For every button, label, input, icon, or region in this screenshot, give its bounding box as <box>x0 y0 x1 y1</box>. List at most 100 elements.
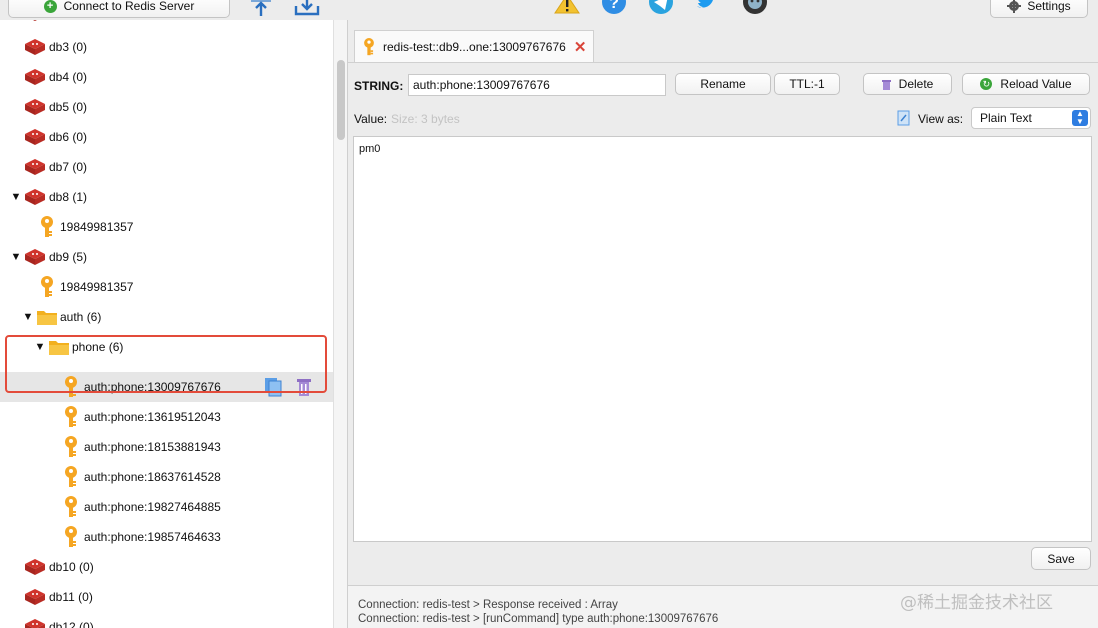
ttl-button[interactable]: TTL:-1 <box>774 73 840 95</box>
key-name: auth:phone:13619512043 <box>84 410 221 424</box>
folder-name: phone (6) <box>72 340 124 354</box>
tree-db-db7[interactable]: db7 (0) <box>0 152 333 182</box>
db-name: db7 <box>49 160 70 174</box>
scrollbar-thumb[interactable] <box>337 60 345 140</box>
key-editor: STRING: auth:phone:13009767676 Rename TT… <box>348 62 1098 582</box>
key-name: auth:phone:13009767676 <box>84 380 221 394</box>
key-name: auth:phone:18637614528 <box>84 470 221 484</box>
delete-button[interactable]: Delete <box>863 73 952 95</box>
key-name-input[interactable]: auth:phone:13009767676 <box>408 74 666 96</box>
tree-row-partial[interactable] <box>0 20 333 28</box>
key-name: 19849981357 <box>60 280 134 294</box>
db-name: db11 <box>49 590 75 604</box>
tab-key-detail[interactable]: redis-test::db9...one:13009767676 ✕ <box>354 30 594 62</box>
database-icon <box>25 159 45 175</box>
chevron-updown-icon: ▲ ▼ <box>1072 110 1088 126</box>
db-name: db4 <box>49 70 70 84</box>
export-icon[interactable] <box>293 0 321 20</box>
key-name: auth:phone:18153881943 <box>84 440 221 454</box>
key-name: auth:phone:19857464633 <box>84 530 221 544</box>
expand-arrow-icon[interactable]: ▼ <box>10 191 22 203</box>
reload-label: Reload Value <box>1000 77 1072 91</box>
tree-key-row[interactable]: auth:phone:18637614528 <box>0 462 333 492</box>
tree-folder-auth[interactable]: ▼ auth (6) <box>0 302 333 332</box>
tree-key-row[interactable]: auth:phone:18153881943 <box>0 432 333 462</box>
help-icon[interactable]: ? <box>600 0 628 20</box>
key-icon <box>65 436 77 457</box>
database-icon <box>25 619 45 628</box>
expand-arrow-icon[interactable]: ▼ <box>22 311 34 323</box>
key-icon <box>65 496 77 517</box>
connect-label: Connect to Redis Server <box>63 0 195 13</box>
db-name: db5 <box>49 100 70 114</box>
database-icon <box>25 589 45 605</box>
folder-icon <box>37 311 57 325</box>
tree-key-row[interactable]: auth:phone:19827464885 <box>0 492 333 522</box>
tree-db-db3[interactable]: db3 (0) <box>0 32 333 62</box>
tree-db-db6[interactable]: db6 (0) <box>0 122 333 152</box>
connect-button[interactable]: + Connect to Redis Server <box>8 0 230 18</box>
tree-db-db11[interactable]: db11 (0) <box>0 582 333 612</box>
db-name: db6 <box>49 130 70 144</box>
gear-icon <box>1007 0 1022 13</box>
tree-key-row[interactable]: 19849981357 <box>0 272 333 302</box>
tree-db-db4[interactable]: db4 (0) <box>0 62 333 92</box>
db-count: (0) <box>72 130 88 144</box>
expand-arrow-icon[interactable]: ▼ <box>10 251 22 263</box>
view-as-label: View as: <box>918 112 964 126</box>
main-toolbar: + Connect to Redis Server ? Settings <box>0 0 1098 20</box>
import-icon[interactable] <box>247 0 275 20</box>
close-icon[interactable]: ✕ <box>574 38 587 56</box>
delete-icon[interactable] <box>296 377 312 397</box>
value-textarea[interactable]: pm0 <box>353 136 1092 542</box>
database-icon <box>25 39 45 55</box>
tree-key-row[interactable]: auth:phone:19857464633 <box>0 522 333 552</box>
settings-label: Settings <box>1027 0 1071 13</box>
tree-key-row-selected[interactable]: auth:phone:13009767676 <box>0 372 333 402</box>
tree-key-row[interactable]: auth:phone:13619512043 <box>0 402 333 432</box>
key-type-label: STRING: <box>354 79 404 93</box>
key-name: auth:phone:19827464885 <box>84 500 221 514</box>
key-name: 19849981357 <box>60 220 134 234</box>
tree-db-db10[interactable]: db10 (0) <box>0 552 333 582</box>
tree-db-db8[interactable]: ▼ db8 (1) <box>0 182 333 212</box>
tree-db-db5[interactable]: db5 (0) <box>0 92 333 122</box>
folder-name: auth (6) <box>60 310 102 324</box>
db-count: (0) <box>72 160 88 174</box>
key-icon <box>65 526 77 547</box>
telegram-icon[interactable] <box>647 0 675 20</box>
reload-value-button[interactable]: ↻ Reload Value <box>962 73 1090 95</box>
twitter-icon[interactable] <box>694 0 722 20</box>
view-as-select[interactable]: Plain Text ▲ ▼ <box>971 107 1091 129</box>
tree-key-row[interactable]: 19849981357 <box>0 212 333 242</box>
db-count: (0) <box>72 40 88 54</box>
tree-scrollbar[interactable] <box>333 20 347 628</box>
copy-icon[interactable] <box>264 377 282 397</box>
settings-button[interactable]: Settings <box>990 0 1088 18</box>
db-name: db12 <box>49 620 76 628</box>
db-count: (0) <box>79 560 94 574</box>
watermark-text: @稀土掘金技术社区 <box>900 593 1053 613</box>
db-count: (5) <box>72 250 88 264</box>
db-count: (1) <box>72 190 88 204</box>
expand-arrow-icon[interactable]: ▼ <box>34 341 46 353</box>
github-icon[interactable] <box>741 0 769 20</box>
db-count: (0) <box>79 620 94 628</box>
save-button[interactable]: Save <box>1031 547 1091 570</box>
view-as-value: Plain Text <box>980 111 1032 125</box>
db-count: (0) <box>72 70 88 84</box>
db-name: db9 <box>49 250 70 264</box>
tree-folder-phone[interactable]: ▼ phone (6) <box>0 332 333 362</box>
add-icon: + <box>43 0 57 13</box>
rename-button[interactable]: Rename <box>675 73 771 95</box>
database-icon <box>25 129 45 145</box>
tree-db-db9[interactable]: ▼ db9 (5) <box>0 242 333 272</box>
db-name: db10 <box>49 560 76 574</box>
tree-db-db12[interactable]: db12 (0) <box>0 612 333 628</box>
warning-icon[interactable] <box>553 0 581 20</box>
document-view-icon <box>897 110 910 126</box>
folder-icon <box>49 341 69 355</box>
key-detail-panel: redis-test::db9...one:13009767676 ✕ STRI… <box>347 20 1098 628</box>
reload-icon: ↻ <box>980 78 993 90</box>
database-icon <box>25 99 45 115</box>
